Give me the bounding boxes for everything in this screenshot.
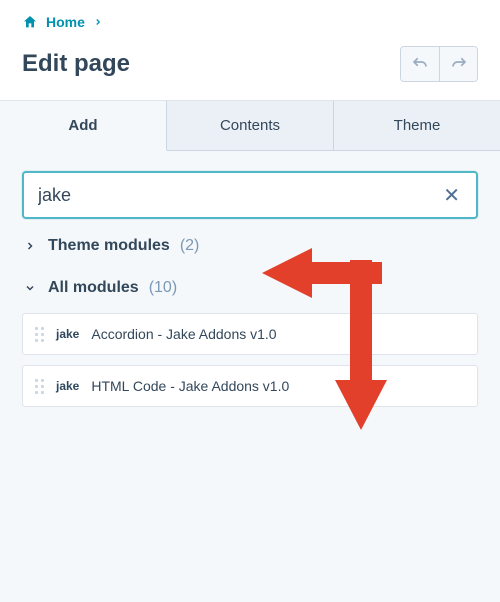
redo-icon (450, 55, 468, 74)
module-badge: jake (56, 379, 79, 393)
module-item[interactable]: jake HTML Code - Jake Addons v1.0 (22, 365, 478, 407)
section-theme-modules[interactable]: Theme modules (2) (22, 219, 478, 261)
module-name: HTML Code - Jake Addons v1.0 (91, 378, 289, 394)
page-title: Edit page (22, 50, 130, 78)
tabs: Add Contents Theme (0, 101, 500, 151)
section-count: (2) (180, 237, 200, 255)
section-count: (10) (149, 279, 177, 297)
drag-handle-icon[interactable] (35, 327, 44, 342)
search-input[interactable] (38, 185, 441, 206)
tab-add[interactable]: Add (0, 101, 167, 151)
section-label: Theme modules (48, 237, 170, 255)
history-buttons (400, 46, 478, 82)
module-badge: jake (56, 327, 79, 341)
clear-icon[interactable]: ✕ (441, 183, 462, 208)
undo-button[interactable] (401, 47, 439, 81)
undo-icon (411, 55, 429, 74)
section-all-modules[interactable]: All modules (10) (22, 261, 478, 303)
section-label: All modules (48, 279, 139, 297)
chevron-right-icon (24, 240, 38, 252)
title-row: Edit page (0, 36, 500, 100)
drag-handle-icon[interactable] (35, 379, 44, 394)
home-icon (22, 14, 38, 30)
module-item[interactable]: jake Accordion - Jake Addons v1.0 (22, 313, 478, 355)
redo-button[interactable] (439, 47, 477, 81)
tab-contents[interactable]: Contents (167, 101, 334, 151)
module-list: jake Accordion - Jake Addons v1.0 jake H… (22, 313, 478, 407)
chevron-down-icon (24, 282, 38, 294)
search-wrap: ✕ (22, 171, 478, 219)
panel: Add Contents Theme ✕ Theme modules (2) A… (0, 100, 500, 602)
breadcrumb-home[interactable]: Home (46, 14, 85, 30)
chevron-right-icon (93, 17, 103, 27)
tab-theme[interactable]: Theme (334, 101, 500, 151)
panel-body: ✕ Theme modules (2) All modules (10) jak… (0, 151, 500, 427)
breadcrumb: Home (0, 0, 500, 36)
module-name: Accordion - Jake Addons v1.0 (91, 326, 276, 342)
